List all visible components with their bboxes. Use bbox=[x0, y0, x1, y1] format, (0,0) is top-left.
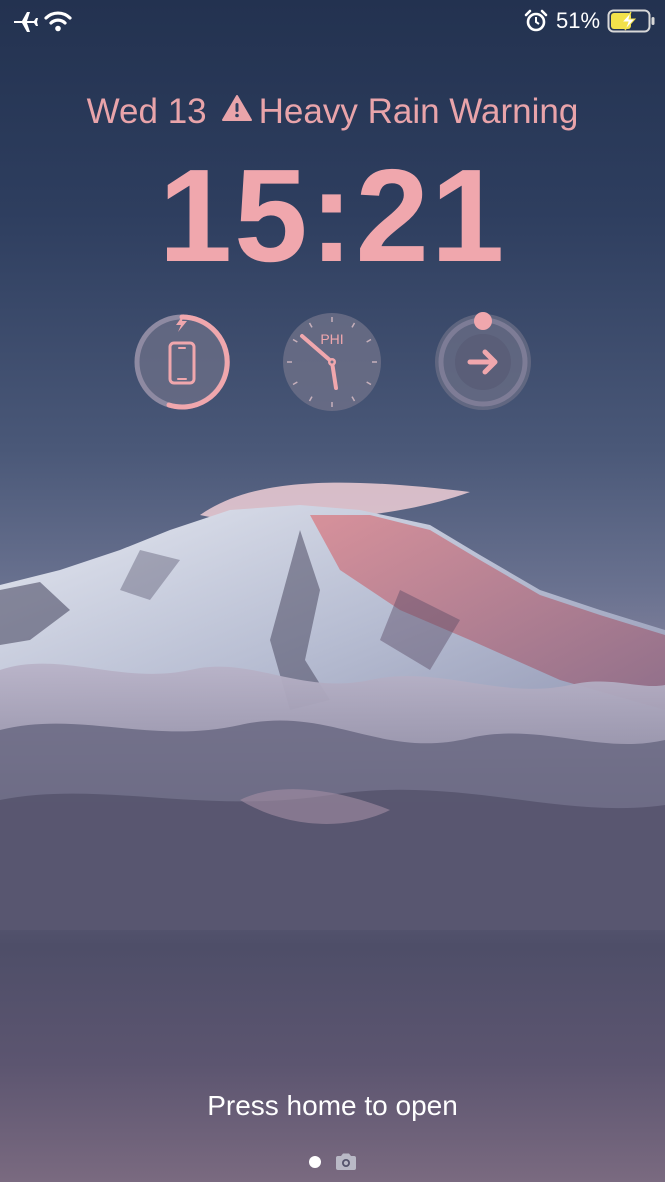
lockscreen-clock: 15:21 bbox=[158, 142, 507, 289]
warning-icon bbox=[221, 91, 253, 131]
wifi-icon bbox=[44, 11, 72, 32]
battery-percentage: 51% bbox=[556, 8, 601, 33]
date-weather-line: Wed 13 Heavy Rain Warning bbox=[0, 92, 665, 134]
weather-alert-label: Heavy Rain Warning bbox=[258, 92, 579, 131]
status-bar: 51% bbox=[0, 0, 665, 42]
shortcut-widget[interactable] bbox=[433, 312, 533, 412]
battery-charging-icon bbox=[607, 9, 655, 33]
clock-city-label: PHI bbox=[320, 331, 343, 347]
battery-widget[interactable] bbox=[132, 312, 232, 412]
date-label: Wed 13 bbox=[86, 92, 207, 131]
world-clock-widget[interactable]: PHI bbox=[282, 312, 382, 412]
camera-icon[interactable] bbox=[334, 1152, 358, 1172]
wallpaper-mountain bbox=[0, 482, 665, 930]
page-dot bbox=[309, 1156, 321, 1168]
alarm-icon bbox=[524, 9, 548, 32]
unlock-hint: Press home to open bbox=[207, 1090, 458, 1121]
airplane-icon bbox=[14, 12, 38, 32]
